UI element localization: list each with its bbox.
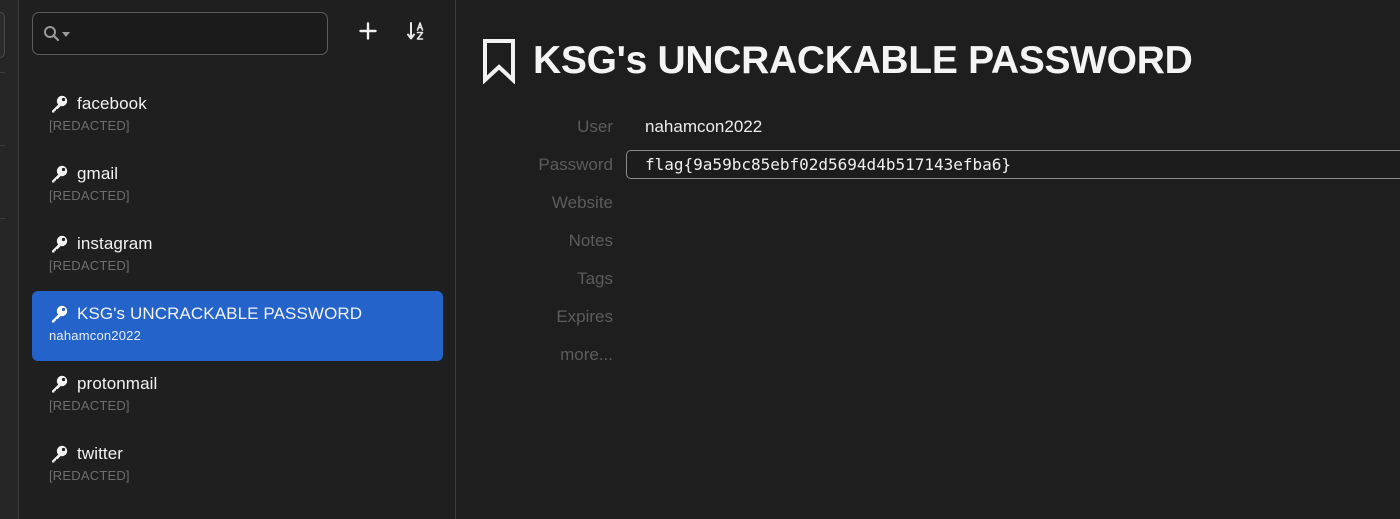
search-input[interactable]	[77, 17, 327, 50]
divider	[0, 145, 5, 146]
sidebar-tab-handle[interactable]	[0, 12, 5, 58]
field-expires: Expires	[456, 298, 1400, 336]
key-icon	[49, 234, 69, 254]
user-value[interactable]: nahamcon2022	[645, 108, 762, 146]
list-item[interactable]: instagram [REDACTED]	[32, 221, 443, 291]
list-item[interactable]: gmail [REDACTED]	[32, 151, 443, 221]
app-window: facebook [REDACTED] gmail [REDACTED] ins…	[0, 0, 1400, 519]
divider	[0, 218, 5, 219]
entry-title: protonmail	[77, 374, 158, 393]
entry-subtitle: [REDACTED]	[49, 118, 130, 133]
expires-label[interactable]: Expires	[456, 298, 613, 336]
key-icon	[49, 164, 69, 184]
divider	[0, 72, 5, 73]
field-more: more...	[456, 336, 1400, 374]
password-label: Password	[538, 155, 613, 174]
field-tags: Tags	[456, 260, 1400, 298]
bookmark-icon[interactable]	[481, 36, 521, 86]
entry-subtitle: [REDACTED]	[49, 188, 130, 203]
entry-subtitle: [REDACTED]	[49, 258, 130, 273]
entry-list-pane: facebook [REDACTED] gmail [REDACTED] ins…	[19, 0, 456, 519]
key-icon	[49, 444, 69, 464]
search-icon[interactable]	[43, 25, 71, 43]
password-field[interactable]: flag{9a59bc85ebf02d5694d4b517143efba6}	[626, 150, 1400, 179]
list-item[interactable]: protonmail [REDACTED]	[32, 361, 443, 431]
entry-title: KSG's UNCRACKABLE PASSWORD	[77, 304, 363, 323]
user-label: User	[577, 117, 613, 136]
sort-az-icon	[407, 21, 427, 46]
entry-subtitle: nahamcon2022	[49, 328, 142, 343]
entry-list: facebook [REDACTED] gmail [REDACTED] ins…	[32, 81, 443, 501]
plus-icon	[359, 21, 377, 45]
key-icon	[49, 304, 69, 324]
field-notes: Notes	[456, 222, 1400, 260]
list-item[interactable]: twitter [REDACTED]	[32, 431, 443, 501]
notes-label[interactable]: Notes	[456, 222, 613, 260]
key-icon	[49, 374, 69, 394]
entry-title: twitter	[77, 444, 124, 463]
more-fields-link[interactable]: more...	[456, 336, 613, 374]
field-website: Website	[456, 184, 1400, 222]
entry-detail-title[interactable]: KSG's UNCRACKABLE PASSWORD	[533, 39, 1193, 83]
list-item-selected[interactable]: KSG's UNCRACKABLE PASSWORD nahamcon2022	[32, 291, 443, 361]
list-item[interactable]: facebook [REDACTED]	[32, 81, 443, 151]
entry-detail-pane: KSG's UNCRACKABLE PASSWORD User nahamcon…	[456, 0, 1400, 519]
field-password: Password flag{9a59bc85ebf02d5694d4b51714…	[456, 146, 1400, 184]
website-label[interactable]: Website	[456, 184, 613, 222]
entry-title: gmail	[77, 164, 119, 183]
entry-subtitle: [REDACTED]	[49, 398, 130, 413]
sort-button[interactable]	[404, 20, 430, 46]
tags-label[interactable]: Tags	[456, 260, 613, 298]
entry-subtitle: [REDACTED]	[49, 468, 130, 483]
add-entry-button[interactable]	[355, 20, 381, 46]
entry-title: instagram	[77, 234, 153, 253]
detail-header: KSG's UNCRACKABLE PASSWORD	[481, 36, 1193, 86]
left-sidebar-strip	[0, 0, 19, 519]
search-field[interactable]	[32, 12, 328, 55]
key-icon	[49, 94, 69, 114]
entry-title: facebook	[77, 94, 147, 113]
field-user: User nahamcon2022	[456, 108, 1400, 146]
